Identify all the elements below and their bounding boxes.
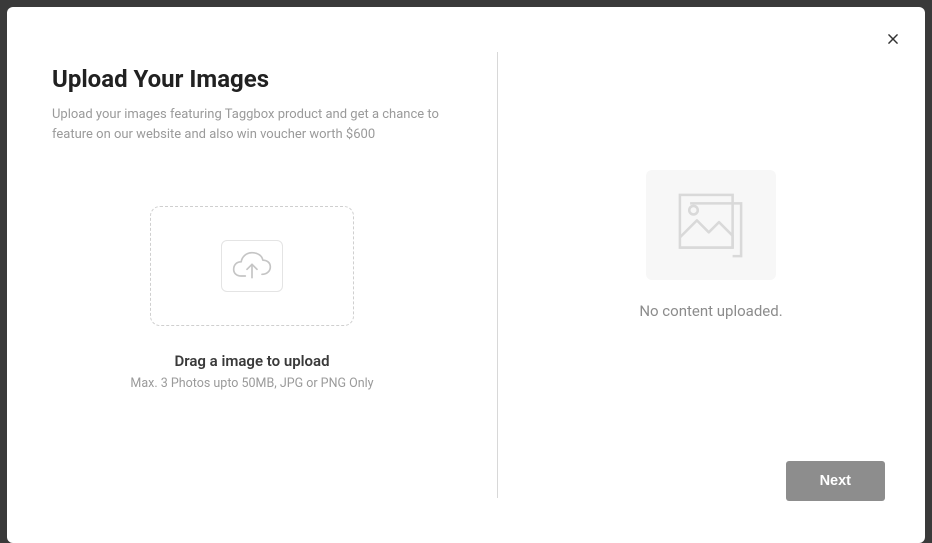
dropzone-label: Drag a image to upload	[174, 352, 329, 370]
dropzone-hint: Max. 3 Photos upto 50MB, JPG or PNG Only	[130, 376, 373, 391]
cloud-upload-icon-box	[221, 240, 283, 292]
cloud-upload-icon	[232, 251, 272, 281]
modal-title: Upload Your Images	[52, 65, 452, 93]
next-button[interactable]: Next	[786, 461, 885, 501]
empty-state-icon-box	[646, 170, 776, 280]
empty-state: No content uploaded.	[639, 170, 782, 320]
preview-panel: No content uploaded. Next	[497, 7, 925, 543]
image-placeholder-icon	[668, 183, 753, 268]
file-dropzone[interactable]	[150, 206, 354, 326]
modal-subtitle: Upload your images featuring Taggbox pro…	[52, 105, 452, 144]
upload-modal: Upload Your Images Upload your images fe…	[7, 7, 925, 543]
upload-panel: Upload Your Images Upload your images fe…	[7, 7, 497, 543]
dropzone-container: Drag a image to upload Max. 3 Photos upt…	[52, 206, 452, 391]
empty-state-text: No content uploaded.	[639, 302, 782, 320]
